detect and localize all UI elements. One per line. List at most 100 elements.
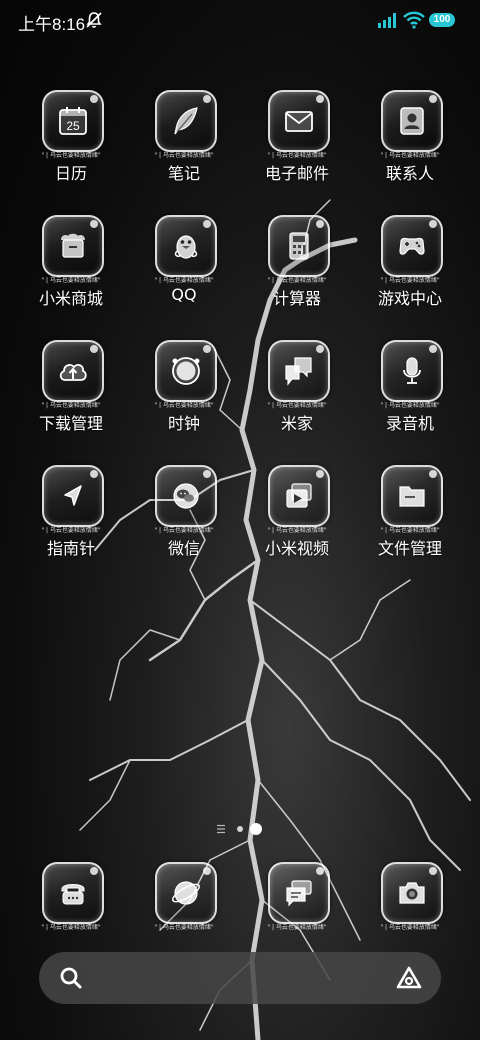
- camera-icon: [399, 882, 425, 904]
- app-email[interactable]: " | 乌云也要释放情绪" 电子邮件: [241, 90, 353, 202]
- icon-tag: " | 乌云也要释放情绪": [154, 152, 214, 159]
- wechat-icon: [173, 483, 199, 509]
- page-dot[interactable]: [237, 826, 243, 832]
- app-calculator[interactable]: " | 乌云也要释放情绪" 计算器: [241, 215, 353, 327]
- app-notes[interactable]: " | 乌云也要释放情绪" 笔记: [128, 90, 240, 202]
- app-label: QQ: [171, 285, 197, 304]
- app-icon-frame: [381, 465, 443, 527]
- cloud-download-icon: [59, 364, 87, 381]
- app-clock[interactable]: " | 乌云也要释放情绪" 时钟: [128, 340, 240, 452]
- icon-tag: " | 乌云也要释放情绪": [267, 527, 327, 534]
- chat-bubbles-icon: [285, 357, 312, 386]
- icon-tag: " | 乌云也要释放情绪": [154, 527, 214, 534]
- penguin-icon: [174, 235, 198, 259]
- search-icon[interactable]: [59, 966, 83, 990]
- app-compass[interactable]: " | 乌云也要释放情绪" 指南针: [15, 465, 127, 577]
- app-icon-frame: [155, 90, 217, 152]
- status-bar: 上午8:16 100: [0, 0, 480, 42]
- app-icon-frame: [42, 215, 104, 277]
- app-label: 笔记: [167, 164, 200, 183]
- calendar-icon: 25: [59, 107, 87, 135]
- app-icon-frame: [268, 340, 330, 402]
- app-label: 联系人: [385, 164, 434, 183]
- icon-tag: " | 乌云也要释放情绪": [380, 924, 440, 931]
- app-icon-frame: [155, 340, 217, 402]
- app-icon-frame: [381, 862, 443, 924]
- compass-icon: [64, 485, 82, 506]
- app-label: 文件管理: [377, 539, 442, 558]
- search-bar[interactable]: [39, 952, 441, 1004]
- page-list-icon: [217, 824, 225, 834]
- signal-icon: [378, 13, 396, 28]
- app-qq[interactable]: " | 乌云也要释放情绪" QQ: [128, 215, 240, 327]
- app-icon-frame: [268, 465, 330, 527]
- mail-icon: [285, 111, 313, 132]
- app-label: 时钟: [167, 414, 200, 433]
- wifi-icon: [403, 11, 425, 29]
- phone-icon: [61, 884, 85, 905]
- app-label: 日历: [54, 164, 87, 183]
- app-calendar[interactable]: 25 " | 乌云也要释放情绪" 日历: [15, 90, 127, 202]
- icon-tag: " | 乌云也要释放情绪": [41, 402, 101, 409]
- video-icon: [286, 483, 312, 508]
- app-label: 小米商城: [38, 289, 103, 308]
- assistant-icon[interactable]: [395, 965, 423, 991]
- app-label: 电子邮件: [264, 164, 329, 183]
- app-label: 米家: [280, 414, 313, 433]
- app-icon-frame: [381, 90, 443, 152]
- app-icon-frame: [155, 465, 217, 527]
- icon-tag: " | 乌云也要释放情绪": [380, 527, 440, 534]
- app-icon-frame: [42, 862, 104, 924]
- app-icon-frame: 25: [42, 90, 104, 152]
- icon-tag: " | 乌云也要释放情绪": [380, 152, 440, 159]
- app-file-manager[interactable]: " | 乌云也要释放情绪" 文件管理: [354, 465, 466, 577]
- app-label: 录音机: [385, 414, 434, 433]
- icon-tag: " | 乌云也要释放情绪": [154, 277, 214, 284]
- icon-tag: " | 乌云也要释放情绪": [154, 402, 214, 409]
- app-mi-home[interactable]: " | 乌云也要释放情绪" 米家: [241, 340, 353, 452]
- icon-tag: " | 乌云也要释放情绪": [267, 924, 327, 931]
- calculator-icon: [289, 232, 309, 260]
- app-wechat[interactable]: " | 乌云也要释放情绪" 微信: [128, 465, 240, 577]
- app-label: 游戏中心: [377, 289, 442, 308]
- mute-icon: [86, 12, 102, 28]
- page-dot-active[interactable]: [250, 823, 262, 835]
- page-indicator[interactable]: [217, 822, 267, 838]
- calendar-day: 25: [66, 119, 80, 133]
- icon-tag: " | 乌云也要释放情绪": [41, 277, 101, 284]
- icon-tag: " | 乌云也要释放情绪": [154, 924, 214, 931]
- icon-tag: " | 乌云也要释放情绪": [41, 152, 101, 159]
- clock-icon: [172, 357, 200, 385]
- icon-tag: " | 乌云也要释放情绪": [380, 277, 440, 284]
- icon-tag: " | 乌云也要释放情绪": [267, 402, 327, 409]
- app-icon-frame: [42, 465, 104, 527]
- app-game-center[interactable]: " | 乌云也要释放情绪" 游戏中心: [354, 215, 466, 327]
- shop-icon: [61, 233, 85, 258]
- app-label: 计算器: [272, 289, 321, 308]
- icon-tag: " | 乌云也要释放情绪": [41, 527, 101, 534]
- app-mi-store[interactable]: " | 乌云也要释放情绪" 小米商城: [15, 215, 127, 327]
- app-label: 微信: [167, 539, 200, 558]
- app-icon-frame: [155, 862, 217, 924]
- app-downloads[interactable]: " | 乌云也要释放情绪" 下载管理: [15, 340, 127, 452]
- gamepad-icon: [399, 237, 425, 255]
- contact-icon: [400, 107, 424, 135]
- app-mi-video[interactable]: " | 乌云也要释放情绪" 小米视频: [241, 465, 353, 577]
- app-icon-frame: [381, 340, 443, 402]
- icon-tag: " | 乌云也要释放情绪": [41, 924, 101, 931]
- app-label: 下载管理: [38, 414, 103, 433]
- feather-icon: [174, 107, 198, 135]
- app-contacts[interactable]: " | 乌云也要释放情绪" 联系人: [354, 90, 466, 202]
- app-icon-frame: [268, 862, 330, 924]
- app-icon-frame: [381, 215, 443, 277]
- microphone-icon: [403, 357, 421, 384]
- browser-icon: [172, 881, 200, 905]
- app-icon-frame: [155, 215, 217, 277]
- icon-tag: " | 乌云也要释放情绪": [267, 277, 327, 284]
- icon-tag: " | 乌云也要释放情绪": [267, 152, 327, 159]
- status-time: 上午8:16: [18, 15, 86, 34]
- app-recorder[interactable]: " | 乌云也要释放情绪" 录音机: [354, 340, 466, 452]
- app-icon-frame: [268, 215, 330, 277]
- app-icon-frame: [42, 340, 104, 402]
- icon-tag: " | 乌云也要释放情绪": [380, 402, 440, 409]
